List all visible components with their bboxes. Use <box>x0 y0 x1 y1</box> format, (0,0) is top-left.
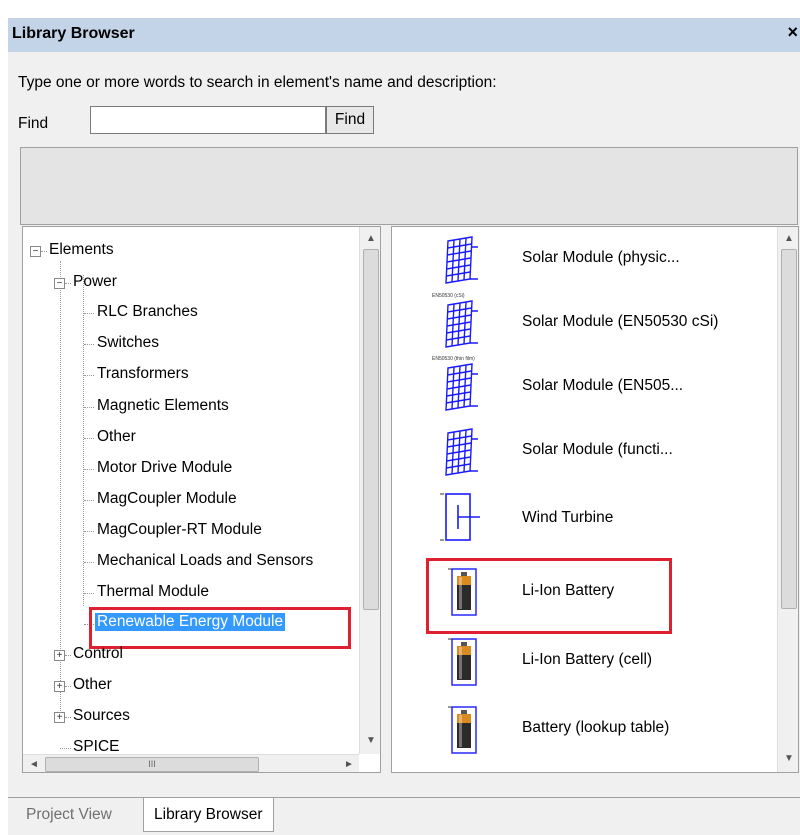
wind-turbine-icon <box>440 493 480 541</box>
tree-item-elements[interactable]: Elements <box>49 241 114 259</box>
element-label: Li-Ion Battery (cell) <box>522 651 653 668</box>
scroll-down-icon[interactable]: ▼ <box>784 753 794 764</box>
tree-item-rlc-branches[interactable]: RLC Branches <box>97 303 198 321</box>
tree-connector <box>84 500 94 501</box>
tab-library-browser[interactable]: Library Browser <box>143 798 274 832</box>
solar-panel-icon <box>445 363 478 411</box>
tree-connector <box>84 375 94 376</box>
highlight-box-tree <box>89 607 351 649</box>
element-label: Solar Module (EN505... <box>522 377 684 394</box>
tree-connector <box>83 275 84 606</box>
tree-item-thermal-module[interactable]: Thermal Module <box>97 583 209 601</box>
search-input[interactable] <box>90 106 326 134</box>
tree-item-sources[interactable]: Sources <box>73 707 130 725</box>
highlight-box-element <box>426 558 672 634</box>
tree-connector <box>84 313 94 314</box>
tree-item-transformers[interactable]: Transformers <box>97 365 189 383</box>
bottom-tab-bar: Project View Library Browser <box>8 797 800 835</box>
expand-icon[interactable]: + <box>54 650 65 661</box>
library-browser-panel: Type one or more words to search in elem… <box>8 52 800 797</box>
tree-connector <box>65 686 71 687</box>
tree-item-magcoupler-rt-module[interactable]: MagCoupler-RT Module <box>97 521 262 539</box>
battery-icon <box>448 706 477 754</box>
title-bar: Library Browser × <box>8 18 800 52</box>
tree-item-control[interactable]: Control <box>73 645 123 663</box>
tree-connector <box>65 283 71 284</box>
scroll-thumb[interactable] <box>781 249 797 609</box>
solar-panel-icon <box>445 300 478 348</box>
window-title: Library Browser <box>12 25 135 42</box>
scroll-left-icon[interactable]: ◄ <box>29 759 39 770</box>
tree-connector <box>65 655 71 656</box>
tree-connector <box>84 407 94 408</box>
battery-icon <box>448 638 477 686</box>
collapse-icon[interactable]: − <box>30 246 41 257</box>
tree-item-other-group[interactable]: Other <box>73 676 112 694</box>
tree-item-power[interactable]: Power <box>73 273 117 291</box>
tree-item-other[interactable]: Other <box>97 428 136 446</box>
tree-item-magcoupler-module[interactable]: MagCoupler Module <box>97 490 237 508</box>
scroll-thumb[interactable] <box>363 249 379 610</box>
elements-list: Solar Module (physic... EN50530 (cSi) So… <box>391 226 799 773</box>
solar-panel-icon <box>445 428 478 476</box>
element-label: Solar Module (EN50530 cSi) <box>522 313 719 330</box>
find-button[interactable]: Find <box>326 106 374 134</box>
expand-icon[interactable]: + <box>54 681 65 692</box>
expand-icon[interactable]: + <box>54 712 65 723</box>
close-icon[interactable]: × <box>787 22 798 43</box>
scroll-thumb[interactable]: III <box>45 757 259 772</box>
description-area <box>20 147 798 225</box>
scroll-up-icon[interactable]: ▲ <box>784 233 794 244</box>
tree-connector <box>65 717 71 718</box>
tree-connector <box>41 251 47 252</box>
collapse-icon[interactable]: − <box>54 278 65 289</box>
tree-connector <box>60 748 71 749</box>
tree-item-magnetic-elements[interactable]: Magnetic Elements <box>97 397 229 415</box>
tree-connector <box>84 531 94 532</box>
find-label: Find <box>18 115 49 132</box>
element-label: Wind Turbine <box>522 509 614 526</box>
tree-connector <box>84 562 94 563</box>
tree-connector <box>84 344 94 345</box>
tree-horizontal-scrollbar[interactable]: ◄ III ► <box>23 754 359 772</box>
tree-vertical-scrollbar[interactable]: ▲ ▼ <box>359 227 380 754</box>
tree-connector <box>84 469 94 470</box>
elements-vertical-scrollbar[interactable]: ▲ ▼ <box>777 227 798 772</box>
search-instructions: Type one or more words to search in elem… <box>18 74 497 91</box>
element-label: Solar Module (functi... <box>522 441 673 458</box>
solar-panel-icon <box>445 236 478 284</box>
scroll-grip: III <box>148 759 156 769</box>
tab-project-view[interactable]: Project View <box>16 798 122 832</box>
library-tree: − Elements − Power RLC Branches Switches… <box>22 226 381 773</box>
tree-connector <box>84 438 94 439</box>
tree-item-motor-drive-module[interactable]: Motor Drive Module <box>97 459 232 477</box>
tree-item-mechanical-loads[interactable]: Mechanical Loads and Sensors <box>97 552 313 570</box>
tree-connector <box>84 593 94 594</box>
tree-item-switches[interactable]: Switches <box>97 334 159 352</box>
scroll-right-icon[interactable]: ► <box>344 759 354 770</box>
scroll-down-icon[interactable]: ▼ <box>366 735 376 746</box>
scroll-up-icon[interactable]: ▲ <box>366 233 376 244</box>
tree-connector <box>60 285 61 711</box>
element-label: Battery (lookup table) <box>522 719 670 736</box>
element-label: Solar Module (physic... <box>522 249 680 266</box>
